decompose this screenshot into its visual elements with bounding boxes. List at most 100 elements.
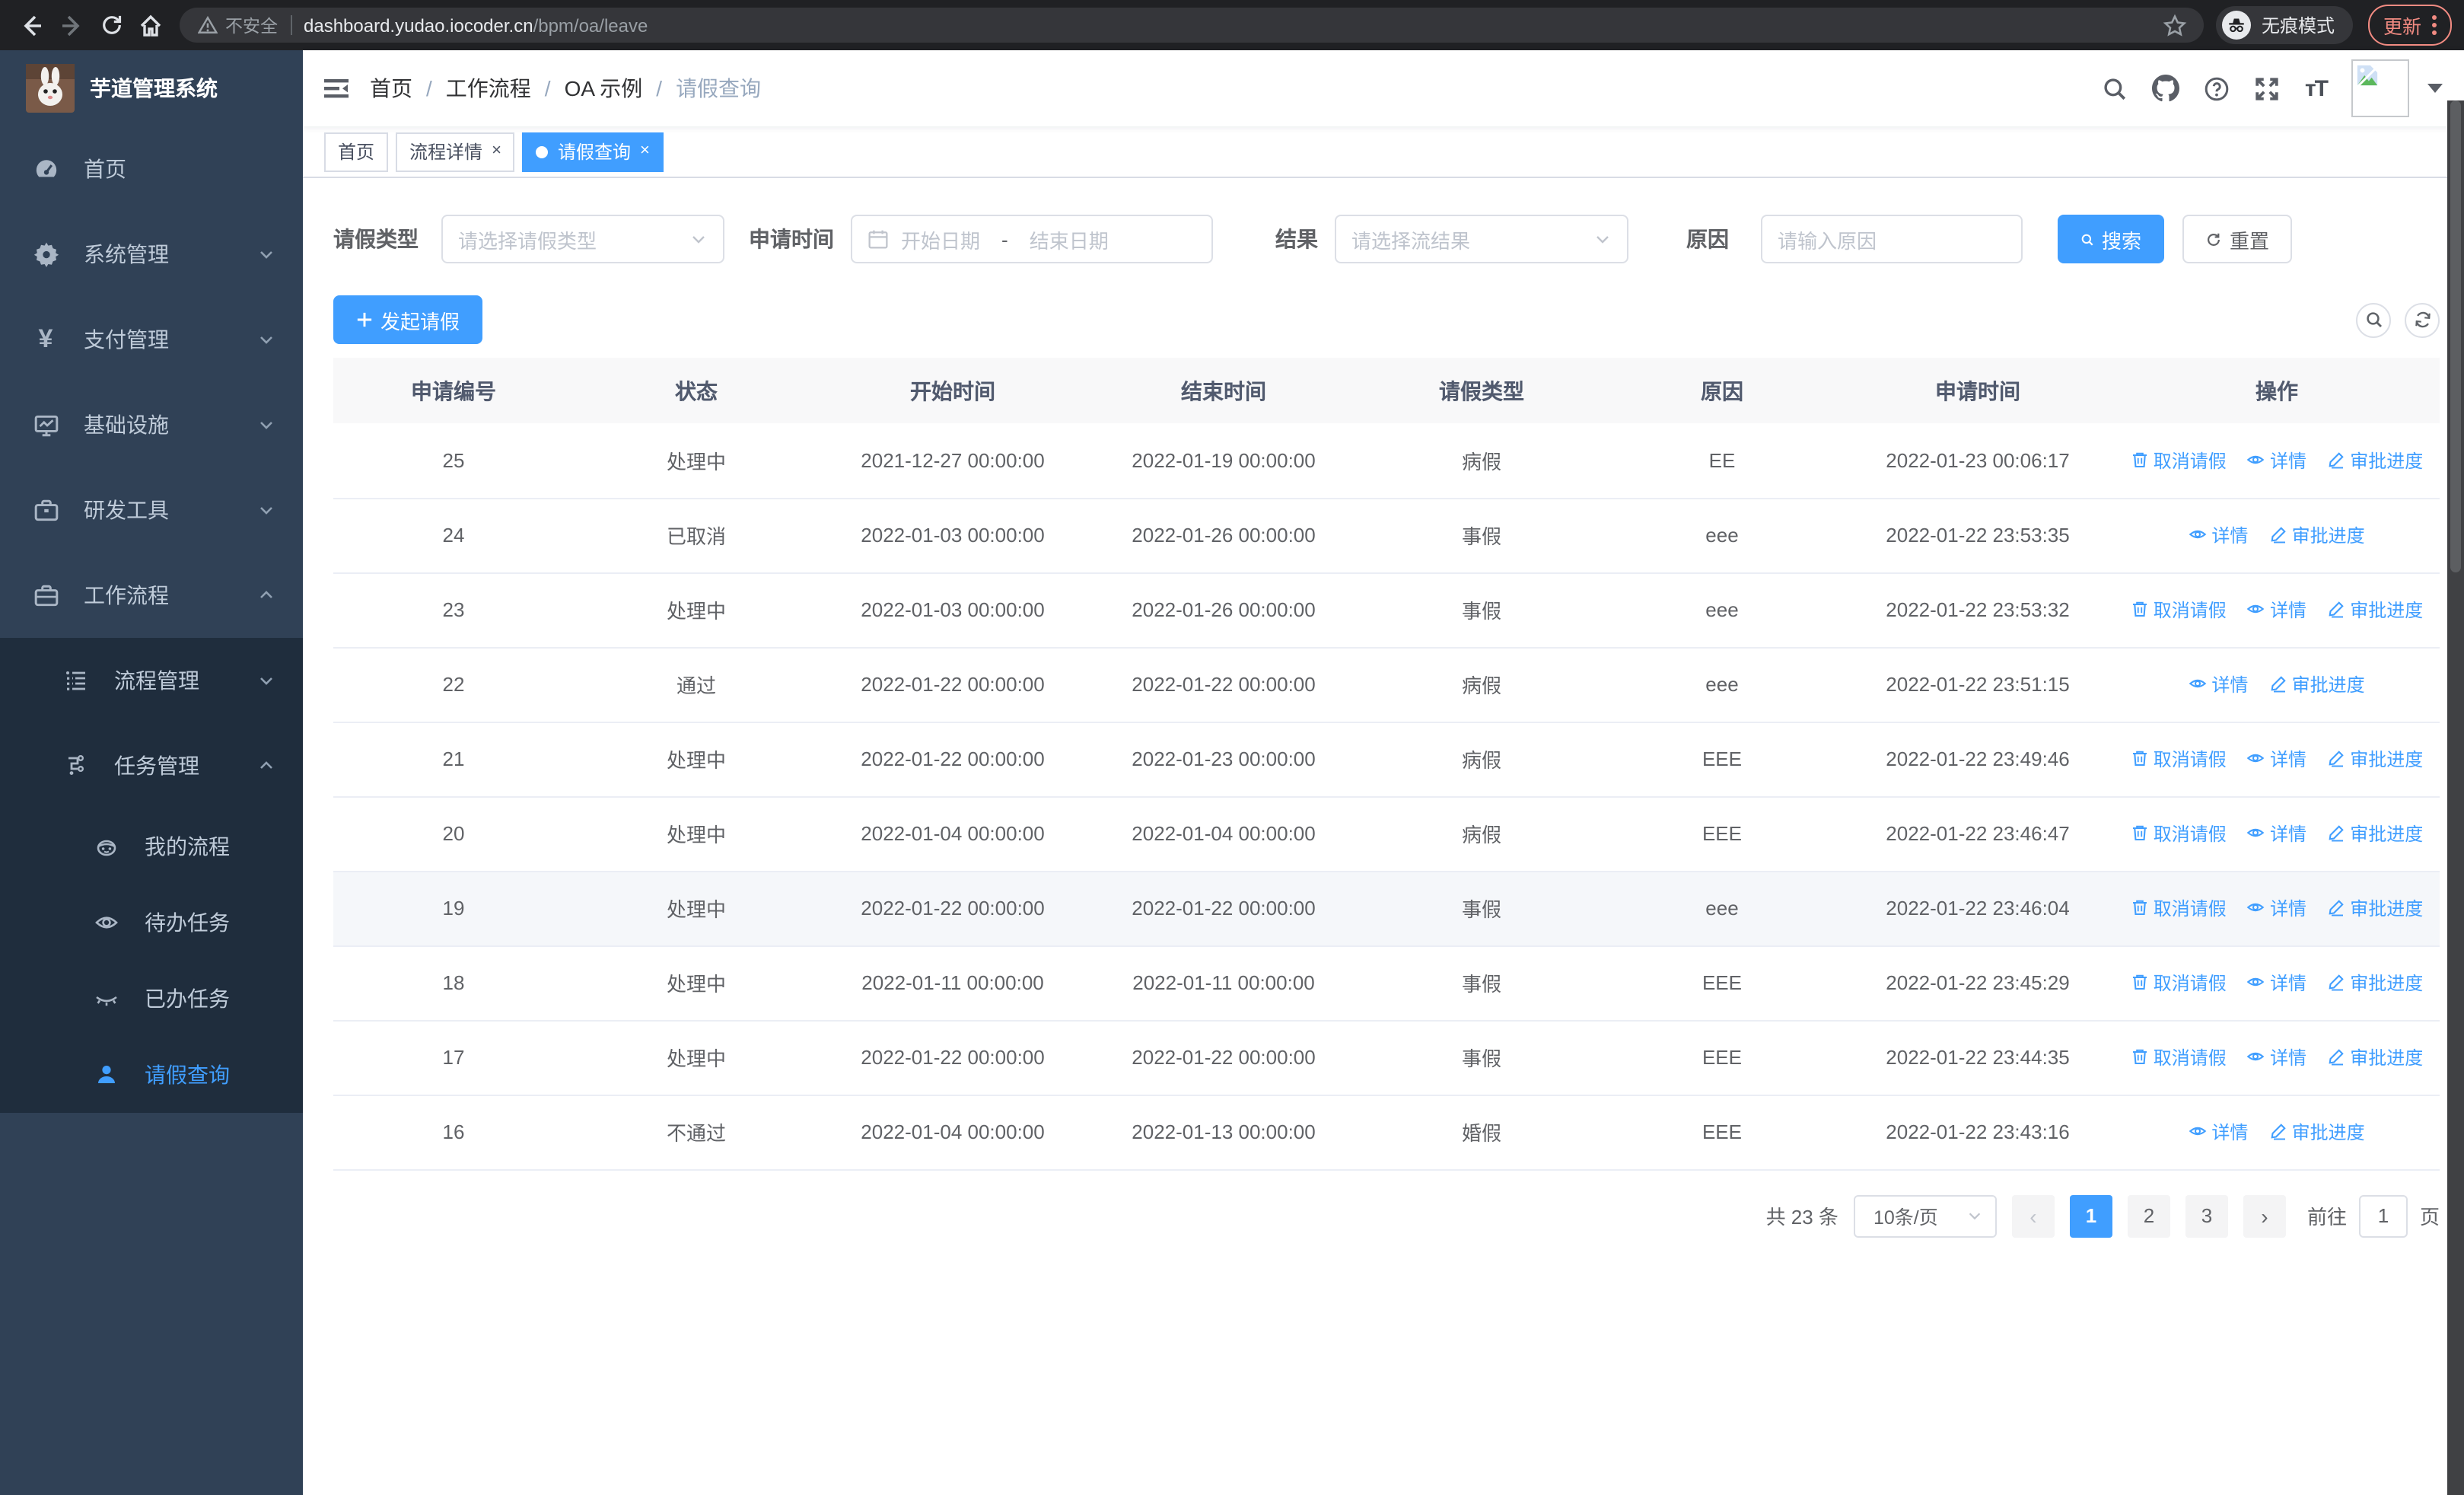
- detail-link[interactable]: 详情: [2247, 895, 2306, 921]
- prev-page-button[interactable]: ‹: [2011, 1194, 2055, 1237]
- approval-progress-link[interactable]: 审批进度: [2269, 671, 2365, 697]
- goto-label: 前往: [2306, 1206, 2347, 1229]
- detail-link[interactable]: 详情: [2247, 1044, 2306, 1070]
- cell-apply-time: 2022-01-23 00:06:17: [1842, 423, 2114, 499]
- detail-link[interactable]: 详情: [2247, 821, 2306, 846]
- cancel-leave-link[interactable]: 取消请假: [2131, 970, 2227, 996]
- search-button[interactable]: 搜索: [2058, 215, 2164, 263]
- sidebar-item-process-management[interactable]: 流程管理: [0, 638, 303, 723]
- detail-link[interactable]: 详情: [2189, 522, 2248, 548]
- breadcrumb-item-oa-example[interactable]: OA 示例: [565, 73, 643, 104]
- sidebar-item-workflow[interactable]: 工作流程: [0, 553, 303, 638]
- browser-menu-icon[interactable]: [2432, 15, 2437, 35]
- result-select[interactable]: 请选择流结果: [1335, 215, 1628, 263]
- page-size-select[interactable]: 10条/页: [1853, 1194, 1997, 1237]
- detail-link[interactable]: 详情: [2247, 746, 2306, 772]
- close-icon[interactable]: ×: [640, 142, 650, 160]
- fullscreen-icon[interactable]: [2255, 75, 2281, 101]
- cancel-leave-link[interactable]: 取消请假: [2131, 597, 2227, 623]
- sidebar-item-todo-tasks[interactable]: 待办任务: [0, 885, 303, 961]
- cell-start-time: 2021-12-27 00:00:00: [819, 423, 1087, 499]
- approval-progress-link[interactable]: 审批进度: [2327, 1044, 2423, 1070]
- cell-end-time: 2022-01-22 00:00:00: [1087, 1020, 1361, 1095]
- approval-progress-link[interactable]: 审批进度: [2327, 821, 2423, 846]
- font-size-icon[interactable]: ᴛT: [2305, 75, 2329, 101]
- sidebar-item-done-tasks[interactable]: 已办任务: [0, 961, 303, 1037]
- breadcrumb-item-leave-query: 请假查询: [676, 76, 762, 100]
- refresh-table-button[interactable]: [2405, 302, 2440, 337]
- browser-back-button[interactable]: [12, 5, 52, 45]
- reset-button[interactable]: 重置: [2182, 215, 2292, 263]
- approval-progress-link[interactable]: 审批进度: [2327, 746, 2423, 772]
- scrollbar-thumb[interactable]: [2450, 100, 2461, 572]
- table-row: 23 处理中 2022-01-03 00:00:00 2022-01-26 00…: [333, 572, 2440, 648]
- cell-status: 通过: [574, 647, 819, 722]
- page-button-3[interactable]: 3: [2185, 1194, 2228, 1237]
- detail-link[interactable]: 详情: [2247, 597, 2306, 623]
- address-bar[interactable]: 不安全 dashboard.yudao.iocoder.cn/bpm/oa/le…: [180, 8, 2204, 43]
- pen-icon: [2329, 452, 2344, 469]
- breadcrumb-item-workflow[interactable]: 工作流程: [446, 73, 531, 104]
- approval-progress-link[interactable]: 审批进度: [2269, 1119, 2365, 1145]
- detail-link[interactable]: 详情: [2189, 671, 2248, 697]
- browser-scrollbar[interactable]: [2447, 100, 2464, 1495]
- avatar-dropdown-caret[interactable]: [2427, 84, 2443, 93]
- sidebar-item-leave-query[interactable]: 请假查询: [0, 1037, 303, 1113]
- goto-page-input[interactable]: 1: [2358, 1194, 2408, 1237]
- detail-link[interactable]: 详情: [2247, 447, 2306, 473]
- sidebar-item-home[interactable]: 首页: [0, 126, 303, 212]
- reason-input[interactable]: 请输入原因: [1761, 215, 2023, 263]
- end-date-placeholder: 结束日期: [1029, 229, 1109, 252]
- browser-reload-button[interactable]: [91, 5, 131, 45]
- github-icon[interactable]: [2152, 75, 2180, 102]
- search-icon[interactable]: [2103, 75, 2128, 101]
- detail-link[interactable]: 详情: [2189, 1119, 2248, 1145]
- cell-apply-id: 21: [333, 722, 574, 797]
- cancel-leave-link[interactable]: 取消请假: [2131, 447, 2227, 473]
- create-leave-button[interactable]: 发起请假: [333, 295, 482, 344]
- chevron-down-icon: [257, 501, 275, 519]
- tab-process-detail[interactable]: 流程详情 ×: [396, 132, 515, 171]
- sidebar-item-my-process[interactable]: 我的流程: [0, 808, 303, 885]
- cell-end-time: 2022-01-19 00:00:00: [1087, 423, 1361, 499]
- approval-progress-link[interactable]: 审批进度: [2269, 522, 2365, 548]
- sidebar-item-system[interactable]: 系统管理: [0, 212, 303, 297]
- tab-leave-query[interactable]: 请假查询 ×: [522, 132, 664, 171]
- cancel-leave-link[interactable]: 取消请假: [2131, 895, 2227, 921]
- bookmark-star-icon[interactable]: [2154, 13, 2196, 37]
- browser-update-button[interactable]: 更新: [2367, 5, 2452, 46]
- chevron-down-icon: [257, 330, 275, 349]
- col-apply-time: 申请时间: [1842, 358, 2114, 423]
- table-row: 21 处理中 2022-01-22 00:00:00 2022-01-23 00…: [333, 722, 2440, 797]
- sidebar-item-task-management[interactable]: 任务管理: [0, 723, 303, 808]
- cell-apply-time: 2022-01-22 23:53:35: [1842, 498, 2114, 573]
- sidebar-item-infrastructure[interactable]: 基础设施: [0, 382, 303, 467]
- apply-time-range-picker[interactable]: 开始日期 - 结束日期: [851, 215, 1213, 263]
- avatar[interactable]: [2351, 59, 2409, 117]
- approval-progress-link[interactable]: 审批进度: [2327, 447, 2423, 473]
- cancel-leave-link[interactable]: 取消请假: [2131, 1044, 2227, 1070]
- cancel-leave-link[interactable]: 取消请假: [2131, 821, 2227, 846]
- browser-forward-button[interactable]: [52, 5, 91, 45]
- help-icon[interactable]: [2205, 75, 2230, 101]
- detail-link[interactable]: 详情: [2247, 970, 2306, 996]
- close-icon[interactable]: ×: [492, 142, 501, 160]
- next-page-button[interactable]: ›: [2243, 1194, 2286, 1237]
- approval-progress-link[interactable]: 审批进度: [2327, 597, 2423, 623]
- toggle-search-button[interactable]: [2356, 302, 2391, 337]
- approval-progress-link[interactable]: 审批进度: [2327, 895, 2423, 921]
- tab-home[interactable]: 首页: [324, 132, 389, 171]
- sidebar-item-label: 任务管理: [114, 754, 199, 778]
- browser-home-button[interactable]: [131, 5, 170, 45]
- page-button-1[interactable]: 1: [2069, 1194, 2112, 1237]
- sidebar-collapse-icon[interactable]: [303, 50, 370, 126]
- leave-type-select[interactable]: 请选择请假类型: [441, 215, 724, 263]
- breadcrumb-item-home[interactable]: 首页: [370, 73, 412, 104]
- sidebar-item-devtools[interactable]: 研发工具: [0, 467, 303, 553]
- cancel-leave-link[interactable]: 取消请假: [2131, 746, 2227, 772]
- approval-progress-link[interactable]: 审批进度: [2327, 970, 2423, 996]
- page-button-2[interactable]: 2: [2127, 1194, 2170, 1237]
- sidebar-item-payment[interactable]: ¥ 支付管理: [0, 297, 303, 382]
- security-indicator[interactable]: 不安全: [198, 13, 278, 37]
- navbar: 首页 / 工作流程 / OA 示例 / 请假查询 ᴛT: [303, 50, 2464, 126]
